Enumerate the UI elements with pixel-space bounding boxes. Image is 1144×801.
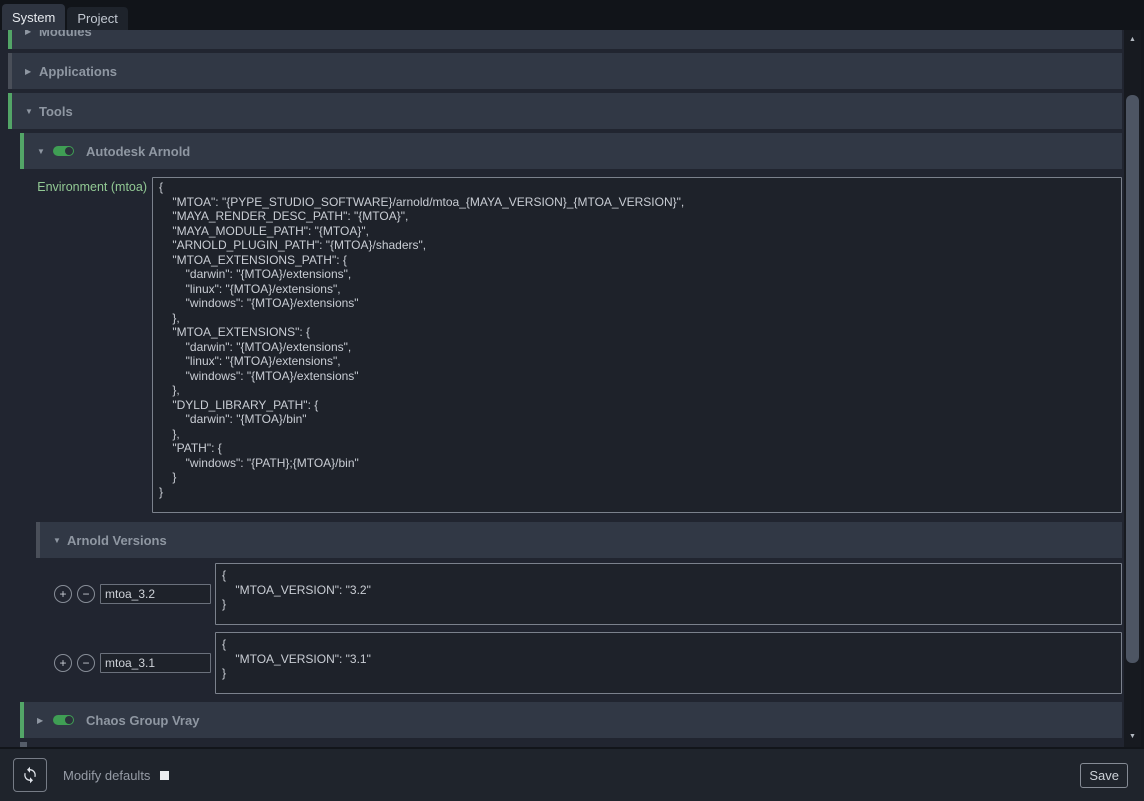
- save-button[interactable]: Save: [1080, 763, 1128, 788]
- scrollbar-thumb[interactable]: [1126, 95, 1139, 663]
- environment-row: Environment (mtoa) { "MTOA": "{PYPE_STUD…: [20, 177, 1122, 513]
- version-json-textarea[interactable]: { "MTOA_VERSION": "3.1" }: [215, 632, 1122, 694]
- version-json-textarea[interactable]: { "MTOA_VERSION": "3.2" }: [215, 563, 1122, 625]
- refresh-icon: [21, 766, 39, 784]
- arnold-versions-section: ▼ Arnold Versions + − { "MTOA_VERSION": …: [36, 522, 1122, 694]
- version-key-input[interactable]: [100, 584, 211, 604]
- section-header-applications[interactable]: ▶ Applications: [8, 53, 1122, 89]
- expand-arrow-icon: ▶: [37, 716, 51, 725]
- vray-enabled-toggle[interactable]: [53, 715, 74, 725]
- footer-bar: Modify defaults Save: [0, 747, 1144, 801]
- section-label: Modules: [39, 30, 92, 39]
- section-label: Arnold Versions: [67, 533, 167, 548]
- section-label: Tools: [39, 104, 73, 119]
- tab-system[interactable]: System: [2, 4, 65, 30]
- add-version-button[interactable]: +: [54, 654, 72, 672]
- section-header-chaos-group-vray[interactable]: ▶ Chaos Group Vray: [20, 702, 1122, 738]
- tab-project[interactable]: Project: [67, 7, 127, 30]
- scroll-down-icon[interactable]: ▼: [1124, 729, 1141, 745]
- scroll-up-icon[interactable]: ▲: [1124, 32, 1141, 48]
- section-header-tools[interactable]: ▼ Tools: [8, 93, 1122, 129]
- section-label: Chaos Group Vray: [86, 713, 199, 728]
- section-label: Autodesk Arnold: [86, 144, 190, 159]
- version-row: + − { "MTOA_VERSION": "3.1" }: [36, 632, 1122, 694]
- add-version-button[interactable]: +: [54, 585, 72, 603]
- environment-label: Environment (mtoa): [20, 177, 152, 513]
- settings-tab-bar: System Project: [0, 0, 1144, 30]
- refresh-button[interactable]: [13, 758, 47, 792]
- settings-scroll-area: ▶ Modules ▶ Applications ▼ Tools ▼ Autod…: [0, 30, 1124, 747]
- collapse-arrow-icon: ▼: [53, 536, 67, 545]
- environment-json-textarea[interactable]: { "MTOA": "{PYPE_STUDIO_SOFTWARE}/arnold…: [152, 177, 1122, 513]
- modify-defaults-label: Modify defaults: [63, 768, 150, 783]
- modify-defaults-checkbox[interactable]: [160, 771, 169, 780]
- version-key-input[interactable]: [100, 653, 211, 673]
- remove-version-button[interactable]: −: [77, 654, 95, 672]
- tools-content: ▼ Autodesk Arnold Environment (mtoa) { "…: [8, 133, 1122, 747]
- collapse-arrow-icon: ▼: [25, 107, 39, 116]
- expand-arrow-icon: ▶: [25, 30, 39, 36]
- section-label: Applications: [39, 64, 117, 79]
- remove-version-button[interactable]: −: [77, 585, 95, 603]
- toggle-knob-icon: [65, 716, 73, 724]
- section-header-modules[interactable]: ▶ Modules: [8, 30, 1122, 49]
- collapse-arrow-icon: ▼: [37, 147, 51, 156]
- vertical-scrollbar[interactable]: ▲ ▼: [1124, 30, 1141, 747]
- version-row: + − { "MTOA_VERSION": "3.2" }: [36, 563, 1122, 625]
- section-header-autodesk-arnold[interactable]: ▼ Autodesk Arnold: [20, 133, 1122, 169]
- section-header-arnold-versions[interactable]: ▼ Arnold Versions: [36, 522, 1122, 558]
- toggle-knob-icon: [65, 147, 73, 155]
- arnold-enabled-toggle[interactable]: [53, 146, 74, 156]
- expand-arrow-icon: ▶: [25, 67, 39, 76]
